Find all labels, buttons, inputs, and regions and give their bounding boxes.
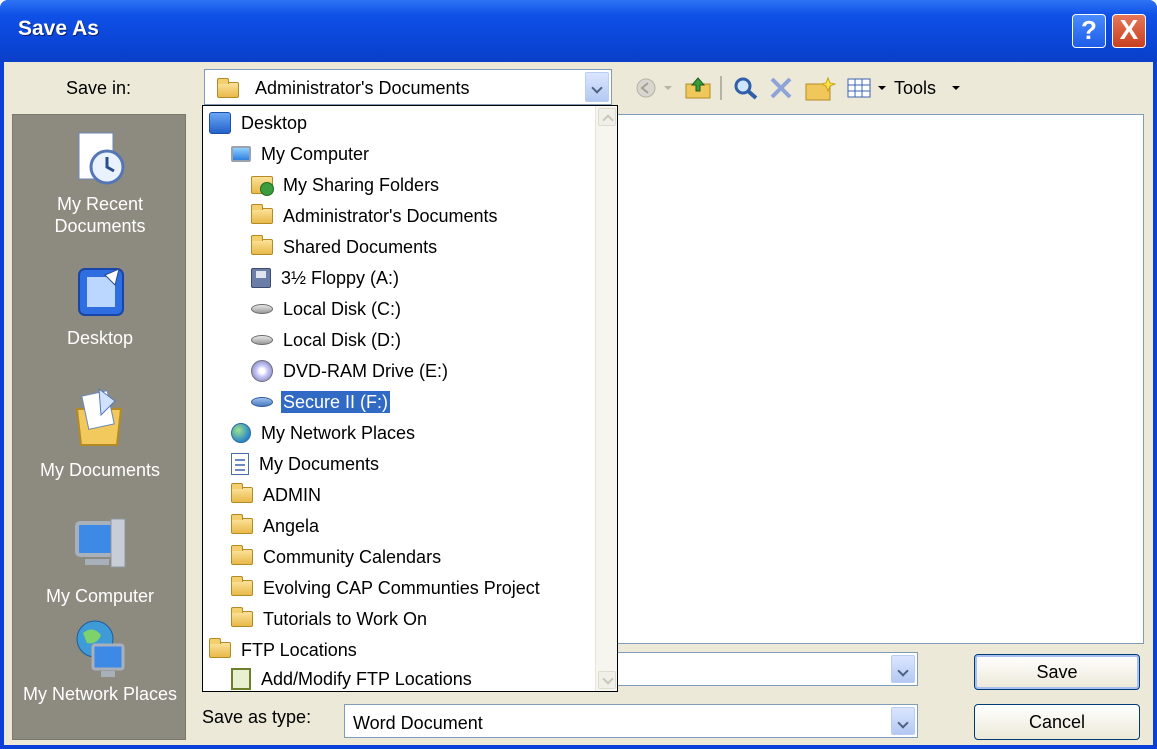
dropdown-item-secure-ii-f[interactable]: Secure II (F:): [251, 387, 392, 415]
delete-button[interactable]: [768, 76, 794, 100]
desktop-icon: [78, 268, 124, 316]
dropdown-item-my-network-places[interactable]: My Network Places: [231, 418, 417, 446]
search-web-button[interactable]: [732, 76, 760, 100]
dropdown-item-community-calendars[interactable]: Community Calendars: [231, 542, 443, 570]
network-places-icon: [231, 423, 251, 444]
places-bar: My Recent Documents Desktop My Documents…: [12, 114, 186, 740]
save-as-type-combo[interactable]: Word Document: [344, 704, 918, 738]
dropdown-item-shared-documents[interactable]: Shared Documents: [251, 232, 439, 260]
removable-drive-icon: [251, 397, 273, 408]
floppy-drive-icon: [251, 268, 271, 289]
chevron-down-icon[interactable]: [891, 655, 915, 683]
desktop-icon: [209, 112, 231, 135]
title-bar[interactable]: Save As ? X: [0, 0, 1157, 62]
place-label: My Recent Documents: [54, 194, 146, 236]
hard-disk-icon: [251, 335, 273, 346]
up-folder-icon: [685, 77, 711, 99]
shared-folder-icon: [251, 176, 274, 197]
dropdown-item-administrators-documents[interactable]: Administrator's Documents: [251, 201, 500, 229]
save-as-type-label: Save as type:: [202, 707, 312, 727]
dropdown-item-my-computer[interactable]: My Computer: [231, 139, 371, 167]
help-button[interactable]: ?: [1072, 14, 1106, 48]
new-folder-icon: [805, 76, 837, 101]
place-label: My Network Places: [22, 684, 178, 704]
create-new-folder-button[interactable]: [804, 76, 837, 101]
folder-icon: [251, 204, 273, 225]
dropdown-item-my-documents[interactable]: My Documents: [231, 449, 381, 477]
views-dropdown-icon[interactable]: [876, 76, 888, 100]
save-in-label: Save in:: [66, 78, 132, 98]
place-label: My Computer: [45, 586, 155, 606]
views-button[interactable]: [846, 76, 872, 100]
scroll-down-icon[interactable]: [598, 671, 616, 689]
folder-icon: [231, 514, 253, 535]
up-one-level-button[interactable]: [684, 76, 714, 100]
network-places-icon: [76, 620, 125, 677]
folder-icon: [209, 638, 231, 659]
dropdown-item-dvd-ram-e[interactable]: DVD-RAM Drive (E:): [251, 356, 450, 384]
save-in-combo[interactable]: Administrator's Documents: [204, 69, 612, 105]
dropdown-item-ftp-locations[interactable]: FTP Locations: [209, 635, 359, 663]
folder-icon: [217, 78, 239, 98]
tools-label: Tools: [894, 78, 937, 98]
chevron-down-icon[interactable]: [891, 707, 915, 735]
place-my-computer[interactable]: My Computer: [13, 513, 187, 613]
folder-icon: [231, 483, 253, 504]
dropdown-scrollbar[interactable]: [595, 106, 617, 691]
dialog-title: Save As: [18, 17, 99, 40]
dropdown-item-my-sharing-folders[interactable]: My Sharing Folders: [251, 170, 441, 198]
my-documents-icon: [75, 387, 123, 446]
scroll-up-icon[interactable]: [598, 108, 616, 126]
ftp-location-icon: [231, 668, 251, 691]
toolbar-separator: [720, 76, 722, 100]
place-label: Desktop: [66, 328, 134, 348]
dropdown-item-evolving-cap[interactable]: Evolving CAP Communties Project: [231, 573, 542, 601]
tools-menu[interactable]: Tools: [894, 76, 974, 100]
dvd-drive-icon: [251, 360, 273, 383]
back-dropdown-icon[interactable]: [662, 76, 674, 100]
dropdown-item-admin[interactable]: ADMIN: [231, 480, 323, 508]
save-in-dropdown-list[interactable]: Desktop My Computer My Sharing Folders A…: [202, 105, 618, 692]
folder-icon: [251, 235, 273, 256]
save-as-dialog: Save As ? X Save in: Administrator's Doc…: [0, 0, 1157, 749]
recent-documents-icon: [78, 132, 125, 185]
dropdown-item-add-modify-ftp[interactable]: Add/Modify FTP Locations: [231, 664, 474, 692]
place-my-documents[interactable]: My Documents: [13, 385, 187, 485]
chevron-down-icon[interactable]: [585, 72, 609, 102]
folder-icon: [231, 545, 253, 566]
views-grid-icon: [847, 78, 871, 98]
file-list[interactable]: [612, 114, 1144, 644]
search-icon: [734, 77, 758, 100]
place-desktop[interactable]: Desktop: [13, 263, 187, 353]
dropdown-item-tutorials[interactable]: Tutorials to Work On: [231, 604, 429, 632]
tools-dropdown-icon: [952, 86, 960, 90]
back-arrow-icon: [636, 78, 656, 98]
folder-icon: [231, 576, 253, 597]
folder-icon: [231, 607, 253, 628]
save-in-value: Administrator's Documents: [255, 78, 470, 98]
dropdown-item-desktop[interactable]: Desktop: [209, 108, 309, 136]
hard-disk-icon: [251, 304, 273, 315]
my-computer-icon: [75, 518, 126, 568]
close-button[interactable]: X: [1112, 14, 1146, 48]
my-documents-icon: [231, 453, 249, 476]
place-my-recent-documents[interactable]: My Recent Documents: [13, 129, 187, 239]
delete-x-icon: [770, 77, 792, 99]
dropdown-item-angela[interactable]: Angela: [231, 511, 321, 539]
dropdown-item-floppy-a[interactable]: 3½ Floppy (A:): [251, 263, 401, 291]
place-my-network-places[interactable]: My Network Places: [13, 615, 187, 741]
dropdown-item-local-disk-c[interactable]: Local Disk (C:): [251, 294, 403, 322]
back-button[interactable]: [634, 76, 658, 100]
save-button[interactable]: Save: [974, 654, 1140, 690]
dropdown-item-local-disk-d[interactable]: Local Disk (D:): [251, 325, 403, 353]
place-label: My Documents: [39, 460, 161, 480]
save-as-type-value: Word Document: [353, 713, 483, 733]
cancel-button[interactable]: Cancel: [974, 704, 1140, 740]
my-computer-icon: [231, 146, 251, 163]
